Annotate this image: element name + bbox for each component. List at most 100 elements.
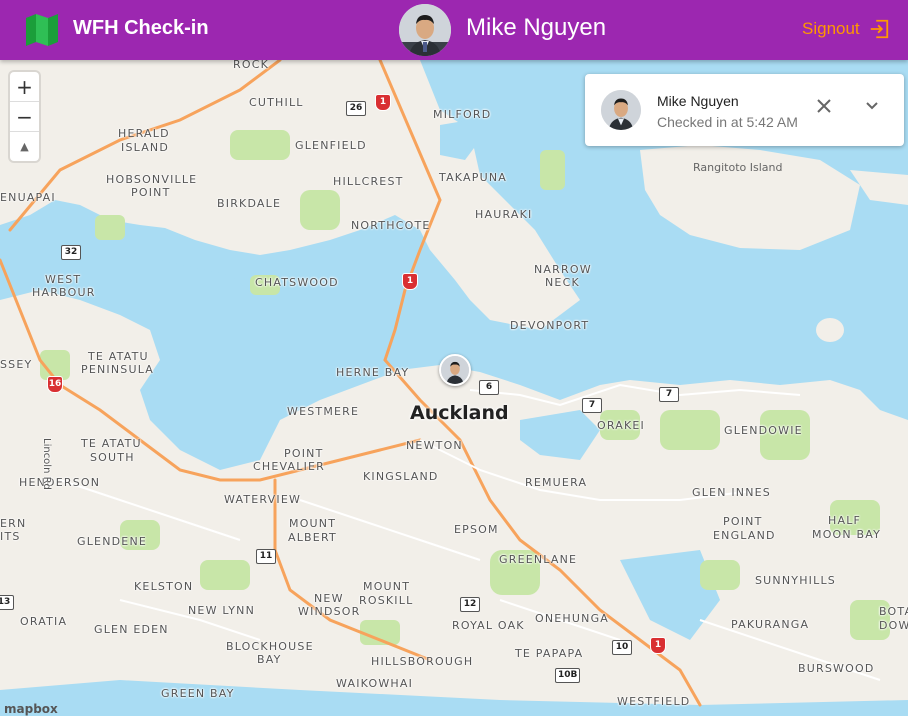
route-shield: 6	[479, 380, 499, 395]
suburb-label: DOWN	[879, 619, 908, 632]
suburb-label: BOTA	[879, 605, 908, 618]
suburb-label: WESTMERE	[287, 405, 360, 418]
app-title: WFH Check-in	[73, 17, 209, 39]
suburb-label: HILLCREST	[333, 175, 404, 188]
route-shield: 13	[0, 595, 14, 610]
app-bar: WFH Check-in Mike Nguyen Signout	[0, 0, 908, 60]
suburb-label: MOUNT	[363, 580, 411, 593]
avatar	[441, 356, 469, 384]
suburb-label: WINDSOR	[298, 605, 361, 618]
logout-icon	[870, 19, 888, 39]
route-shield: 11	[256, 549, 276, 564]
route-shield: 26	[346, 101, 366, 116]
suburb-label: WATERVIEW	[224, 493, 302, 506]
suburb-label: HILLSBOROUGH	[371, 655, 474, 668]
suburb-label: EPSOM	[454, 523, 499, 536]
suburb-label: NARROW	[534, 263, 592, 276]
zoom-out-button[interactable]: −	[10, 102, 39, 132]
user-location-marker[interactable]	[439, 354, 471, 386]
suburb-label: MOUNT	[289, 517, 337, 530]
suburb-label: MOON BAY	[812, 528, 882, 541]
zoom-in-button[interactable]: +	[10, 72, 39, 102]
route-shield: 1	[402, 273, 418, 290]
suburb-label: GREENLANE	[499, 553, 578, 566]
suburb-label: ROCK	[233, 60, 269, 71]
compass-icon: ▲	[20, 140, 29, 153]
suburb-label: NEWTON	[406, 439, 463, 452]
suburb-label: ERN	[0, 517, 27, 530]
suburb-label: GREEN BAY	[161, 687, 235, 700]
suburb-label: ORATIA	[20, 615, 68, 628]
suburb-label: GLENDOWIE	[724, 424, 803, 437]
suburb-label: BURSWOOD	[798, 662, 875, 675]
compass-button[interactable]: ▲	[10, 132, 39, 161]
suburb-label: WEST	[45, 273, 82, 286]
suburb-label: ENGLAND	[713, 529, 776, 542]
avatar	[601, 90, 641, 130]
header-user-name: Mike Nguyen	[466, 14, 607, 41]
suburb-label: DEVONPORT	[510, 319, 590, 332]
route-shield: 10	[612, 640, 632, 655]
suburb-label: CHEVALIER	[253, 460, 326, 473]
suburb-label: TAKAPUNA	[439, 171, 507, 184]
suburb-label: NEW	[314, 592, 344, 605]
suburb-label: HERALD	[118, 127, 170, 140]
suburb-label: HERNE BAY	[336, 366, 410, 379]
route-shield: 12	[460, 597, 480, 612]
city-label: Auckland	[410, 402, 509, 424]
suburb-label: GLEN INNES	[692, 486, 771, 499]
suburb-label: ONEHUNGA	[535, 612, 610, 625]
suburb-label: KELSTON	[134, 580, 194, 593]
zoom-controls: + − ▲	[10, 72, 39, 161]
route-shield: 1	[375, 94, 391, 111]
map-canvas	[0, 60, 908, 712]
suburb-label: MILFORD	[433, 108, 492, 121]
road-label: Lincoln Rd	[41, 438, 52, 490]
route-shield: 1	[650, 637, 666, 654]
signout-button[interactable]: Signout	[802, 16, 890, 42]
suburb-label: WESTFIELD	[617, 695, 691, 708]
suburb-label: ISLAND	[121, 141, 170, 154]
route-shield: 7	[659, 387, 679, 402]
suburb-label: GLEN EDEN	[94, 623, 169, 636]
suburb-label: BLOCKHOUSE	[226, 640, 314, 653]
suburb-label: ALBERT	[288, 531, 337, 544]
suburb-label: NEW LYNN	[188, 604, 255, 617]
suburb-label: CUTHILL	[249, 96, 304, 109]
route-shield: 32	[61, 245, 81, 260]
suburb-label: BIRKDALE	[217, 197, 282, 210]
suburb-label: WAIKOWHAI	[336, 677, 414, 690]
suburb-label: HOBSONVILLE	[106, 173, 198, 186]
suburb-label: TE PAPAPA	[515, 647, 584, 660]
suburb-label: HENDERSON	[19, 476, 101, 489]
island-label: Rangitoto Island	[693, 161, 783, 174]
checkin-status: Checked in at 5:42 AM	[657, 114, 798, 130]
route-shield: 7	[582, 398, 602, 413]
chevron-down-icon[interactable]	[861, 95, 883, 117]
suburb-label: ITS	[0, 530, 21, 543]
suburb-label: NORTHCOTE	[351, 219, 431, 232]
mapbox-attribution: mapbox	[4, 702, 58, 716]
suburb-label: NECK	[545, 276, 580, 289]
signout-label: Signout	[802, 19, 860, 38]
suburb-label: POINT	[723, 515, 763, 528]
suburb-label: SOUTH	[90, 451, 135, 464]
avatar	[399, 4, 451, 56]
suburb-label: CHATSWOOD	[255, 276, 339, 289]
suburb-label: SUNNYHILLS	[755, 574, 836, 587]
suburb-label: HARBOUR	[32, 286, 96, 299]
suburb-label: SSEY	[0, 358, 33, 371]
suburb-label: TE ATATU	[81, 437, 142, 450]
suburb-label: HAURAKI	[475, 208, 533, 221]
close-icon[interactable]	[813, 95, 835, 117]
map-view[interactable]: ROCK CUTHILL MILFORD HERALD ISLAND GLENF…	[0, 60, 908, 712]
suburb-label: HALF	[828, 514, 862, 527]
suburb-label: ENUAPAI	[0, 191, 56, 204]
suburb-label: PAKURANGA	[731, 618, 810, 631]
suburb-label: ROSKILL	[359, 594, 414, 607]
suburb-label: GLENFIELD	[295, 139, 367, 152]
suburb-label: PENINSULA	[81, 363, 155, 376]
route-shield: 10B	[555, 668, 581, 683]
checkin-card: Mike Nguyen Checked in at 5:42 AM	[585, 74, 904, 146]
suburb-label: POINT	[284, 447, 324, 460]
